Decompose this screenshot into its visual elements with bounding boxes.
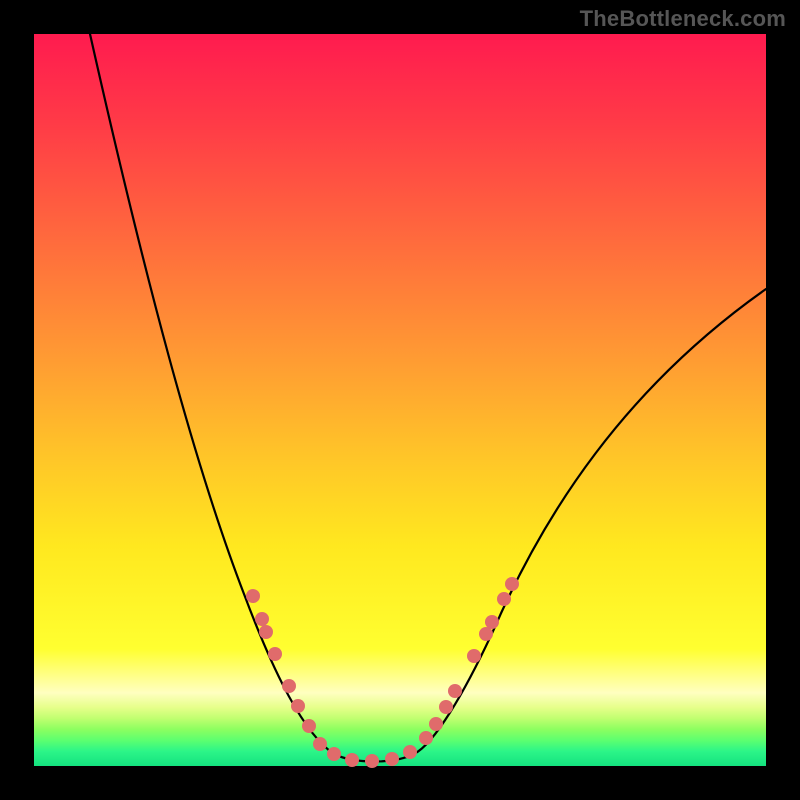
- data-dot: [246, 589, 260, 603]
- data-dot: [268, 647, 282, 661]
- data-dot: [419, 731, 433, 745]
- data-dot: [467, 649, 481, 663]
- chart-frame: TheBottleneck.com: [0, 0, 800, 800]
- data-dot: [302, 719, 316, 733]
- data-dot: [345, 753, 359, 767]
- bottleneck-curve: [90, 34, 766, 762]
- data-dot: [255, 612, 269, 626]
- data-dot: [429, 717, 443, 731]
- curve-layer: [34, 34, 766, 766]
- data-dot: [282, 679, 296, 693]
- data-dot: [365, 754, 379, 768]
- data-dots-group: [246, 577, 519, 768]
- data-dot: [259, 625, 273, 639]
- data-dot: [385, 752, 399, 766]
- data-dot: [497, 592, 511, 606]
- data-dot: [313, 737, 327, 751]
- watermark-text: TheBottleneck.com: [580, 6, 786, 32]
- data-dot: [403, 745, 417, 759]
- data-dot: [439, 700, 453, 714]
- data-dot: [448, 684, 462, 698]
- data-dot: [327, 747, 341, 761]
- data-dot: [479, 627, 493, 641]
- data-dot: [291, 699, 305, 713]
- data-dot: [505, 577, 519, 591]
- data-dot: [485, 615, 499, 629]
